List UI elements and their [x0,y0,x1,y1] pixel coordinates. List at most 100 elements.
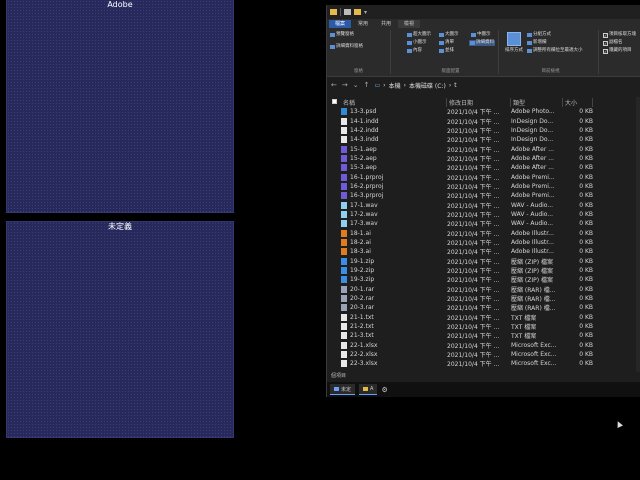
column-name[interactable]: 名稱 [341,97,447,107]
file-row[interactable]: 22-3.xlsx 2021/10/4 下午 ... Microsoft Exc..… [327,359,640,368]
size-columns-button[interactable]: 調整所有欄位至最適大小 [527,48,583,54]
tab-home[interactable]: 常用 [352,20,374,28]
file-row[interactable]: 14-3.indd 2021/10/4 下午 ... InDesign Do... 0… [327,135,640,144]
add-columns-button[interactable]: 新增欄 [527,40,547,46]
file-icon [341,313,347,321]
file-row[interactable]: 18-2.ai 2021/10/4 下午 ... Adobe Illustr... 0… [327,238,640,247]
file-type: Adobe Photo... [511,108,555,116]
group-label: 窗格 [354,69,363,74]
file-icon [341,304,347,312]
sort-by-button[interactable]: 排序方式 [505,48,523,54]
adobe-panel: Adobe [6,0,234,213]
file-row[interactable]: 20-1.rar 2021/10/4 下午 ... 壓縮 (RAR) 檔... 0 K… [327,285,640,294]
chevron-down-icon[interactable]: ⌄ [353,81,359,89]
file-row[interactable]: 16-1.prproj 2021/10/4 下午 ... Adobe Premi..… [327,172,640,182]
scrollbar[interactable] [636,97,640,372]
file-row[interactable]: 17-3.wav 2021/10/4 下午 ... WAV - Audio... 0 … [327,219,640,228]
taskbar: 未定 A ⚙ [327,382,640,397]
forward-arrow-icon[interactable]: → [342,81,348,89]
column-size[interactable]: 大小 [563,97,593,107]
column-date[interactable]: 修改日期 [447,97,511,107]
file-row[interactable]: 19-1.zip 2021/10/4 下午 ... 壓縮 (ZIP) 檔案 0 KB [327,257,640,266]
breadcrumb-item[interactable]: 本機磁碟 (C:) [409,81,446,90]
chevron-down-icon[interactable]: ▾ [364,9,367,16]
taskbar-item[interactable]: 未定 [330,384,356,395]
file-icon [341,220,347,228]
file-date: 2021/10/4 下午 ... [447,202,500,210]
file-row[interactable]: 15-3.aep 2021/10/4 下午 ... Adobe After ... 0… [327,163,640,172]
file-name: 20-1.rar [350,285,375,293]
file-row[interactable]: 13-3.psd 2021/10/4 下午 ... Adobe Photo... 0 … [327,107,640,116]
tab-file[interactable]: 檔案 [329,20,352,28]
file-row[interactable]: 18-3.ai 2021/10/4 下午 ... Adobe Illustr... 0… [327,247,640,256]
breadcrumb[interactable]: ▭ › 本機 › 本機磁碟 (C:) › t [375,81,457,90]
file-type: Microsoft Exc... [511,341,557,349]
file-name: 15-1.aep [350,145,377,153]
content-button[interactable]: 內容 [407,48,422,54]
hidden-items-toggle[interactable]: ✓ 隱藏的項目 [603,48,632,54]
gear-icon[interactable]: ⚙ [381,386,387,394]
sort-icon[interactable] [507,32,521,46]
file-size: 0 KB [579,248,593,256]
file-size: 0 KB [579,285,593,293]
select-all-checkbox[interactable] [327,98,341,106]
file-name: 13-3.psd [350,108,377,116]
file-row[interactable]: 19-3.zip 2021/10/4 下午 ... 壓縮 (ZIP) 檔案 0 KB [327,275,640,284]
file-name-cell: 17-3.wav [341,220,447,228]
group-by-button[interactable]: 分組方式 [527,32,551,38]
file-row[interactable]: 19-2.zip 2021/10/4 下午 ... 壓縮 (ZIP) 檔案 0 KB [327,266,640,275]
chevron-right-icon: › [403,81,406,89]
file-row[interactable]: 16-3.prproj 2021/10/4 下午 ... Adobe Premi..… [327,191,640,200]
extra-large-icons-button[interactable]: 超大圖示 [407,32,431,38]
file-row[interactable]: 20-2.rar 2021/10/4 下午 ... 壓縮 (RAR) 檔... 0 K… [327,294,640,303]
file-row[interactable]: 22-1.xlsx 2021/10/4 下午 ... Microsoft Exc..… [327,341,640,350]
file-row[interactable]: 21-3.txt 2021/10/4 下午 ... TXT 檔案 0 KB [327,331,640,340]
file-row[interactable]: 22-2.xlsx 2021/10/4 下午 ... Microsoft Exc..… [327,350,640,359]
details-button[interactable]: 詳細資料 [469,40,495,46]
file-date: 2021/10/4 下午 ... [447,324,500,332]
file-name: 15-2.aep [350,154,377,162]
item-checkboxes-toggle[interactable]: ✓ 項目核取方塊 [603,32,636,38]
file-name: 22-2.xlsx [350,351,378,359]
file-row[interactable]: 15-1.aep 2021/10/4 下午 ... Adobe After ... 0… [327,144,640,154]
up-arrow-icon[interactable]: ↑ [364,81,370,89]
file-row[interactable]: 17-1.wav 2021/10/4 下午 ... WAV - Audio... 0 … [327,200,640,210]
new-folder-icon[interactable] [354,9,361,15]
properties-icon[interactable] [344,9,351,15]
preview-pane-button[interactable]: 預覽窗格 [330,32,354,38]
file-name: 22-1.xlsx [350,341,378,349]
breadcrumb-item[interactable]: 本機 [389,81,401,90]
file-row[interactable]: 14-2.indd 2021/10/4 下午 ... InDesign Do... 0… [327,126,640,135]
file-icon [341,238,347,246]
column-type[interactable]: 類型 [511,97,563,107]
file-icon [341,229,347,237]
tiles-button[interactable]: 並排 [439,48,454,54]
medium-icons-button[interactable]: 中圖示 [471,32,491,38]
title-bar: ▾ [327,5,640,19]
file-row[interactable]: 16-2.prproj 2021/10/4 下午 ... Adobe Premi..… [327,182,640,191]
file-row[interactable]: 20-3.rar 2021/10/4 下午 ... 壓縮 (RAR) 檔... 0 K… [327,303,640,312]
file-row[interactable]: 21-2.txt 2021/10/4 下午 ... TXT 檔案 0 KB [327,322,640,331]
file-name-cell: 22-1.xlsx [341,341,447,349]
file-row[interactable]: 21-1.txt 2021/10/4 下午 ... TXT 檔案 0 KB [327,313,640,322]
file-size: 0 KB [579,257,593,265]
taskbar-item[interactable]: A [359,384,378,395]
file-type: 壓縮 (ZIP) 檔案 [511,277,553,285]
details-pane-button[interactable]: 詳細資料窗格 [330,44,363,50]
file-size: 0 KB [579,145,593,153]
tab-view[interactable]: 檢視 [398,20,421,28]
file-extensions-toggle[interactable]: ✓ 副檔名 [603,40,623,46]
item-count: 個項目 [331,373,347,379]
file-date: 2021/10/4 下午 ... [447,165,500,173]
large-icons-button[interactable]: 大圖示 [439,32,459,38]
small-icons-button[interactable]: 小圖示 [407,40,427,46]
tab-share[interactable]: 共用 [375,20,397,28]
list-button[interactable]: 清單 [439,40,454,46]
file-name: 22-3.xlsx [350,360,378,368]
file-row[interactable]: 15-2.aep 2021/10/4 下午 ... Adobe After ... 0… [327,154,640,163]
file-row[interactable]: 17-2.wav 2021/10/4 下午 ... WAV - Audio... 0 … [327,210,640,219]
file-row[interactable]: 18-1.ai 2021/10/4 下午 ... Adobe Illustr... 0… [327,228,640,238]
back-arrow-icon[interactable]: ← [331,81,337,89]
file-row[interactable]: 14-1.indd 2021/10/4 下午 ... InDesign Do... 0… [327,116,640,126]
breadcrumb-item[interactable]: t [454,82,456,89]
